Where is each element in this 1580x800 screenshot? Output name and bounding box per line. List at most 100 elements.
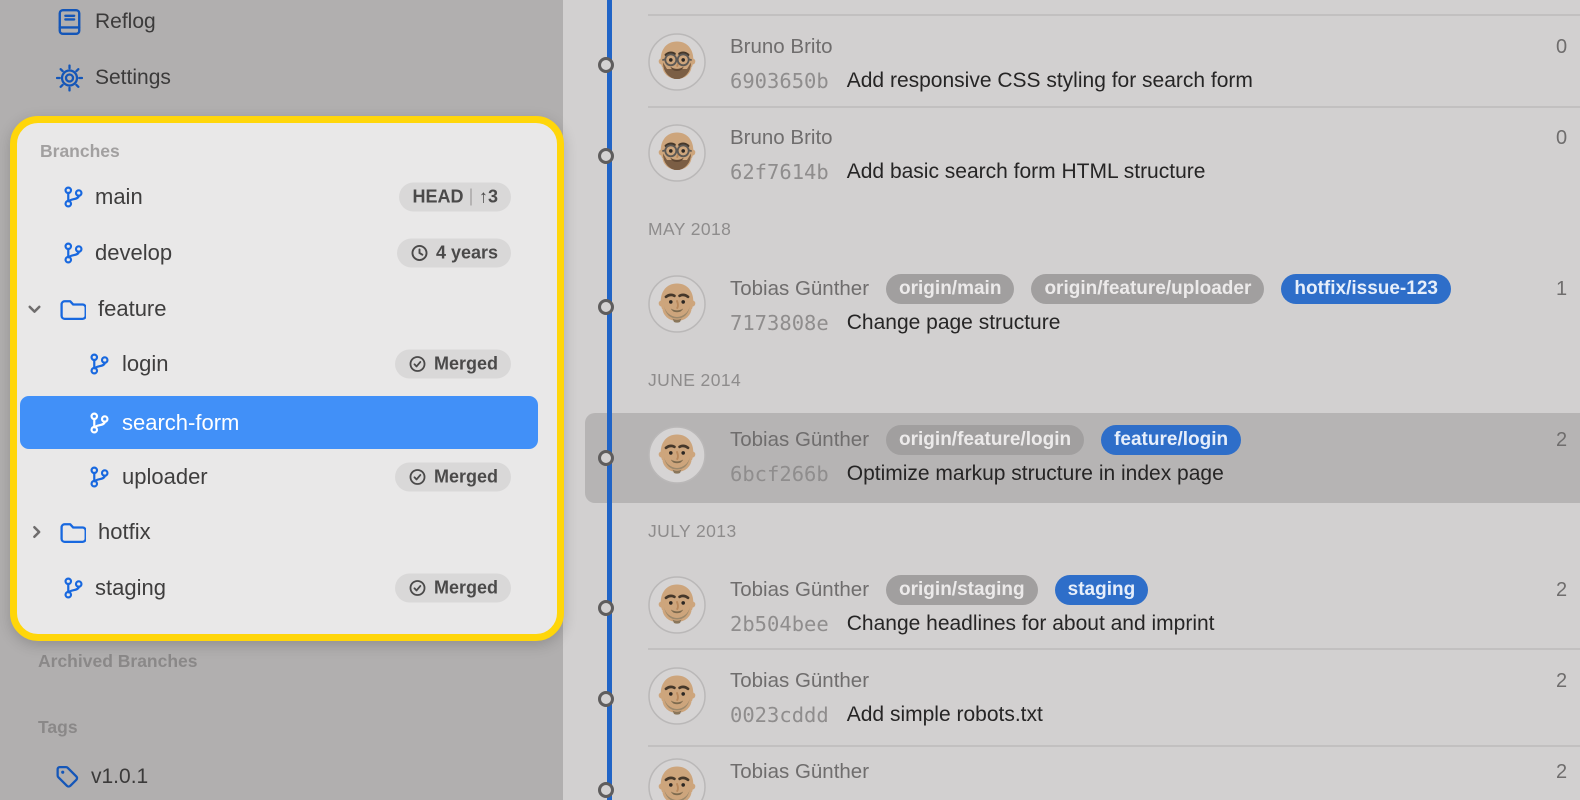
commit-author: Tobias Günther — [730, 428, 869, 452]
commit-hash: 62f7614b — [730, 160, 829, 184]
branch-folder-label: feature — [98, 296, 167, 322]
ahead-count: ↑3 — [479, 187, 498, 208]
book-icon — [56, 8, 83, 37]
commit-author: Tobias Günther — [730, 760, 869, 784]
merged-badge: Merged — [395, 574, 511, 603]
check-circle-icon — [408, 355, 427, 374]
archived-branches-header: Archived Branches — [38, 651, 198, 672]
folder-icon — [59, 521, 86, 544]
check-circle-icon — [408, 579, 427, 598]
git-branch-icon — [62, 577, 85, 600]
ref-badge-origin-staging[interactable]: origin/staging — [886, 575, 1038, 605]
branch-item-search-form-selected[interactable]: search-form — [20, 396, 538, 449]
commit-author: Tobias Günther — [730, 578, 869, 602]
commit-row-selected[interactable]: Tobias Günther origin/feature/login feat… — [563, 425, 1580, 495]
commit-message: Add simple robots.txt — [847, 703, 1043, 727]
commit-author: Tobias Günther — [730, 669, 869, 693]
branch-item-staging[interactable]: staging Merged — [17, 568, 557, 608]
row-separator — [648, 106, 1580, 108]
sidebar-item-reflog[interactable]: Reflog — [0, 2, 563, 42]
commit-row-partial[interactable]: Tobias Günther 2 — [563, 757, 1580, 800]
folder-icon — [59, 298, 86, 321]
commit-row[interactable]: Tobias Günther origin/main origin/featur… — [563, 274, 1580, 344]
ref-badge-staging[interactable]: staging — [1055, 575, 1149, 605]
merged-badge-text: Merged — [434, 354, 498, 375]
branch-label: uploader — [122, 464, 208, 490]
commit-date-truncated: 0 — [1556, 123, 1567, 153]
avatar — [648, 758, 706, 800]
sidebar-item-tag-v101[interactable]: v1.0.1 — [0, 757, 563, 797]
check-circle-icon — [408, 468, 427, 487]
git-branch-icon — [88, 353, 111, 376]
ref-badge-origin-feature-uploader[interactable]: origin/feature/uploader — [1031, 274, 1264, 304]
commit-author: Tobias Günther — [730, 277, 869, 301]
merged-badge: Merged — [395, 350, 511, 379]
commit-message: Add responsive CSS styling for search fo… — [847, 69, 1253, 93]
ref-badge-origin-feature-login[interactable]: origin/feature/login — [886, 425, 1084, 455]
branches-highlight-box: Branches main HEAD ↑3 — [10, 116, 564, 641]
sidebar-item-label: Reflog — [95, 10, 156, 34]
commit-hash: 7173808e — [730, 311, 829, 335]
branch-item-develop[interactable]: develop 4 years — [17, 233, 557, 273]
branch-label: search-form — [122, 410, 239, 436]
date-group-header: JUNE 2014 — [648, 369, 741, 391]
head-badge-text: HEAD — [412, 187, 463, 208]
commit-hash: 6903650b — [730, 69, 829, 93]
branch-item-login[interactable]: login Merged — [17, 344, 557, 384]
branch-folder-hotfix[interactable]: hotfix — [17, 512, 557, 552]
commit-date-truncated: 0 — [1556, 32, 1567, 62]
commit-row[interactable]: Bruno Brito 62f7614b Add basic search fo… — [563, 123, 1580, 193]
tag-icon — [54, 764, 81, 791]
commit-author: Bruno Brito — [730, 35, 833, 59]
git-client-window: Reflog Settings Archived Branches Tags — [0, 0, 1580, 800]
branch-folder-feature[interactable]: feature — [17, 289, 557, 329]
avatar — [648, 33, 706, 91]
commit-row[interactable]: Bruno Brito 6903650b Add responsive CSS … — [563, 32, 1580, 102]
ref-badge-hotfix-issue-123[interactable]: hotfix/issue-123 — [1281, 274, 1451, 304]
row-separator — [648, 648, 1580, 650]
avatar — [648, 667, 706, 725]
sidebar-item-label: Settings — [95, 66, 171, 90]
ref-badge-feature-login[interactable]: feature/login — [1101, 425, 1241, 455]
avatar — [648, 124, 706, 182]
merged-badge-text: Merged — [434, 467, 498, 488]
commit-message: Optimize markup structure in index page — [847, 462, 1224, 486]
chevron-right-icon[interactable] — [28, 524, 45, 541]
commit-date-truncated: 2 — [1556, 757, 1567, 787]
sidebar-item-settings[interactable]: Settings — [0, 58, 563, 98]
commit-hash: 2b504bee — [730, 612, 829, 636]
commit-message: Change headlines for about and imprint — [847, 612, 1215, 636]
avatar — [648, 576, 706, 634]
row-separator — [648, 745, 1580, 747]
branch-label: login — [122, 351, 168, 377]
commit-date-truncated: 2 — [1556, 575, 1567, 605]
branch-label: main — [95, 184, 143, 210]
merged-badge: Merged — [395, 463, 511, 492]
git-branch-icon — [88, 411, 111, 434]
commit-date-truncated: 2 — [1556, 425, 1567, 455]
git-branch-icon — [62, 242, 85, 265]
commit-row[interactable]: Tobias Günther origin/staging staging 2b… — [563, 575, 1580, 645]
branch-item-uploader[interactable]: uploader Merged — [17, 457, 557, 497]
age-badge: 4 years — [397, 239, 511, 268]
commit-hash: 0023cddd — [730, 703, 829, 727]
commit-author: Bruno Brito — [730, 126, 833, 150]
date-group-header: MAY 2018 — [648, 218, 731, 240]
git-branch-icon — [88, 466, 111, 489]
commit-date-truncated: 2 — [1556, 666, 1567, 696]
tags-header: Tags — [38, 717, 78, 738]
avatar — [648, 275, 706, 333]
merged-badge-text: Merged — [434, 578, 498, 599]
branch-label: staging — [95, 575, 166, 601]
badge-divider — [470, 189, 472, 206]
clock-icon — [410, 244, 429, 263]
tag-label: v1.0.1 — [91, 765, 148, 789]
branch-item-main[interactable]: main HEAD ↑3 — [17, 177, 557, 217]
git-branch-icon — [62, 186, 85, 209]
row-separator — [648, 14, 1580, 16]
branch-label: develop — [95, 240, 172, 266]
commit-row[interactable]: Tobias Günther 0023cddd Add simple robot… — [563, 666, 1580, 736]
chevron-down-icon[interactable] — [26, 301, 43, 318]
ref-badge-origin-main[interactable]: origin/main — [886, 274, 1014, 304]
commit-history-list[interactable]: Bruno Brito 6903650b Add responsive CSS … — [563, 0, 1580, 800]
